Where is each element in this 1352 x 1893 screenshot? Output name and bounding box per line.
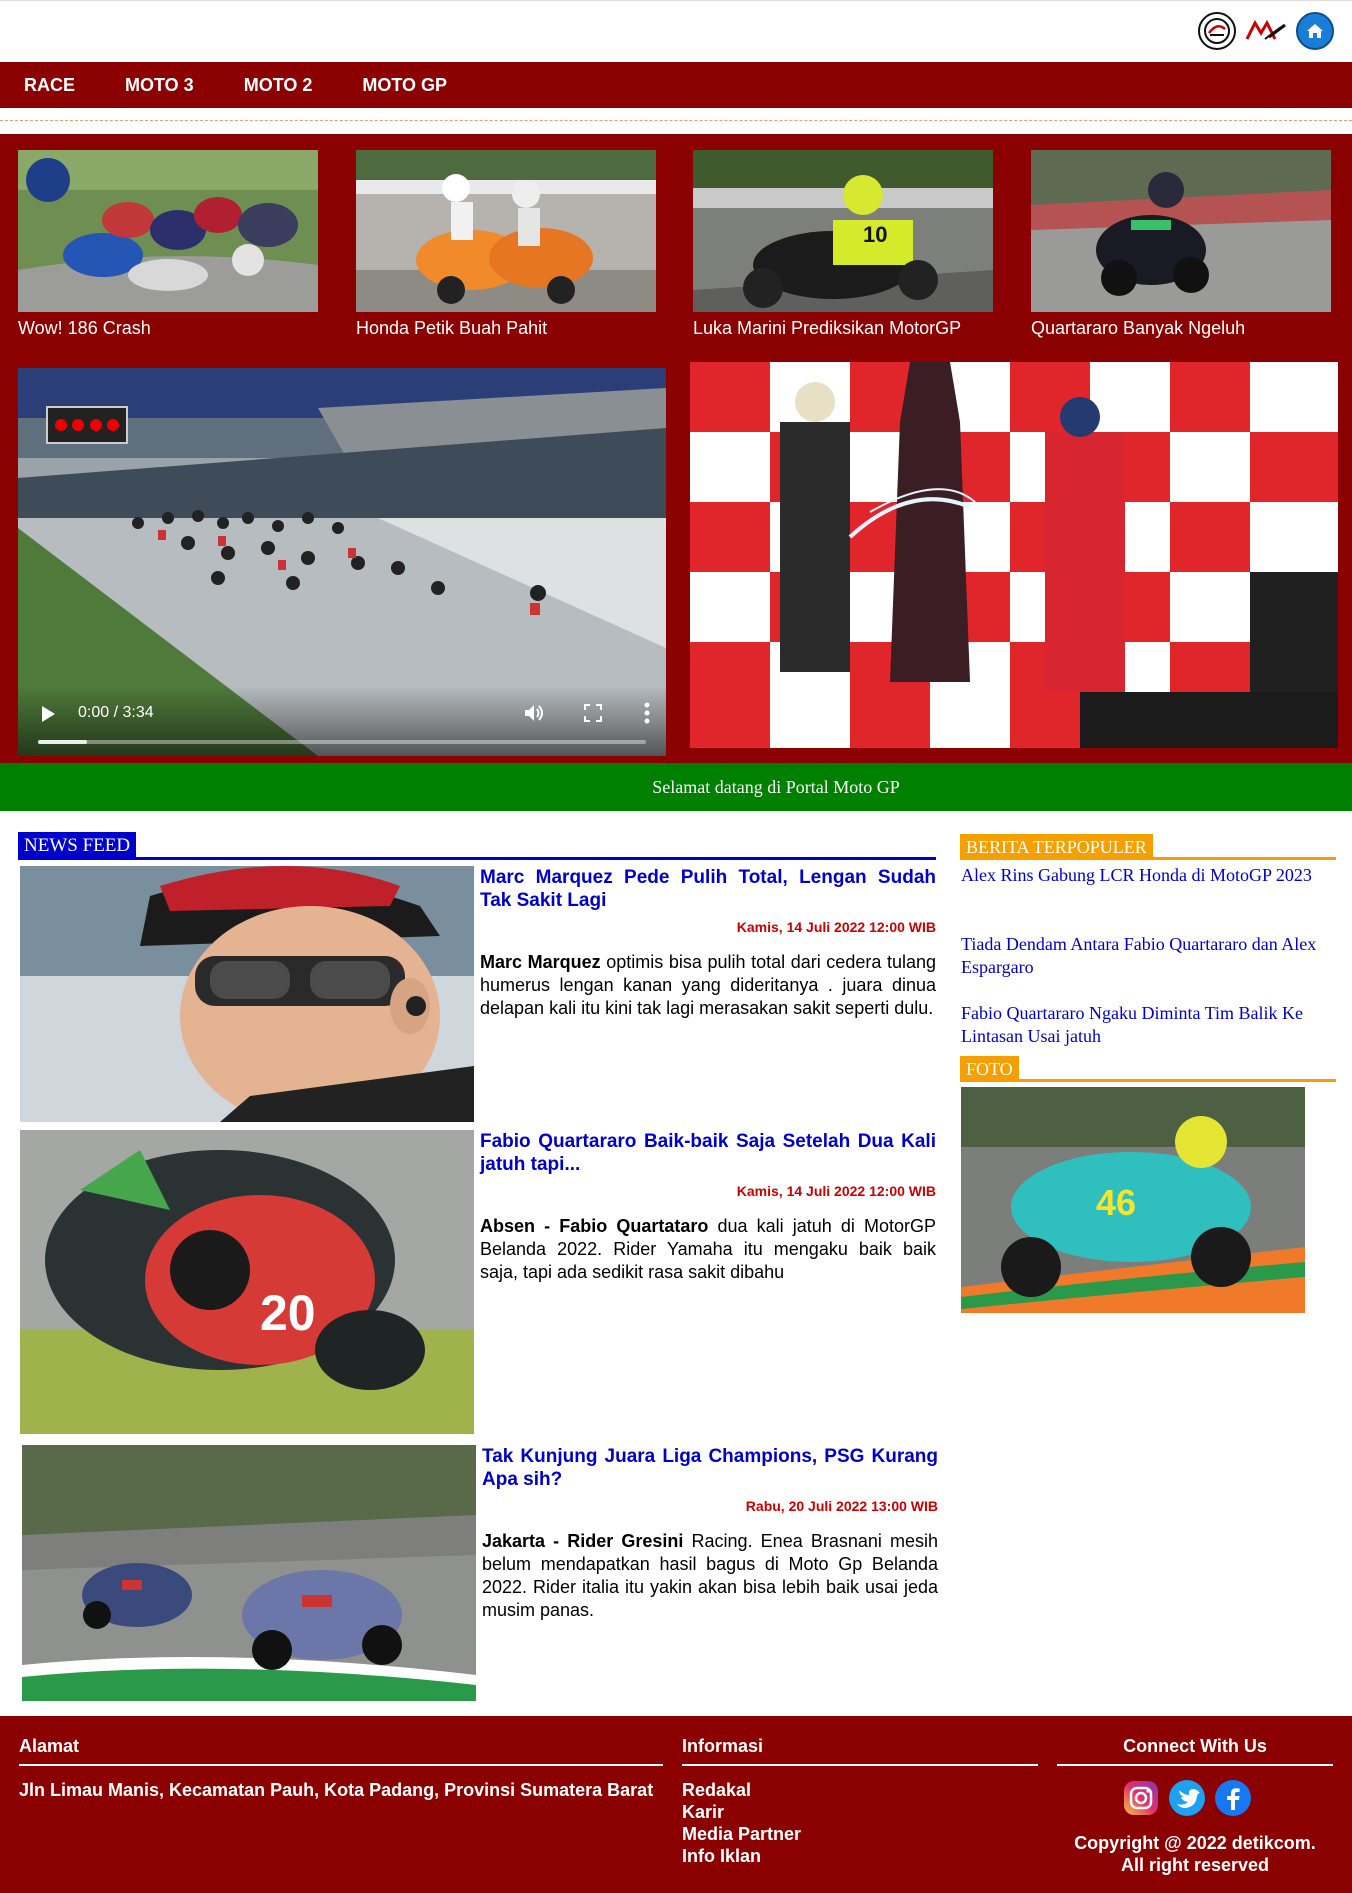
footer-link-info-iklan[interactable]: Info Iklan xyxy=(682,1845,801,1867)
home-icon[interactable] xyxy=(1296,12,1334,50)
divider xyxy=(0,120,1352,121)
twitter-icon[interactable] xyxy=(1168,1779,1206,1817)
footer-divider xyxy=(1057,1764,1333,1766)
volume-icon[interactable] xyxy=(523,703,545,723)
copyright: Copyright @ 2022 detikcom. All right res… xyxy=(1057,1832,1333,1876)
moto1-logo-icon[interactable] xyxy=(1198,12,1236,50)
news-article: Marc Marquez Pede Pulih Total, Lengan Su… xyxy=(20,866,936,1122)
connect-heading: Connect With Us xyxy=(1123,1736,1267,1756)
article-image[interactable]: 20 xyxy=(20,1130,474,1434)
article-body: Fabio Quartararo Baik-baik Saja Setelah … xyxy=(480,1130,936,1284)
welcome-bar: Selamat datang di Portal Moto GP xyxy=(0,763,1352,811)
article-body: Tak Kunjung Juara Liga Champions, PSG Ku… xyxy=(482,1445,938,1622)
article-lead: Jakarta - Rider Gresini xyxy=(482,1531,684,1551)
article-image[interactable] xyxy=(22,1445,476,1701)
video-controls: 0:00 / 3:34 xyxy=(18,686,666,756)
nav-motogp[interactable]: MOTO GP xyxy=(362,75,447,96)
facebook-icon[interactable] xyxy=(1214,1779,1252,1817)
photo-header: FOTO xyxy=(960,1056,1336,1082)
svg-text:20: 20 xyxy=(260,1285,316,1341)
svg-text:10: 10 xyxy=(863,222,887,247)
article-image[interactable] xyxy=(20,866,474,1122)
copyright-line-1: Copyright @ 2022 detikcom. xyxy=(1074,1833,1316,1853)
nav-race[interactable]: RACE xyxy=(24,75,75,96)
article-title[interactable]: Tak Kunjung Juara Liga Champions, PSG Ku… xyxy=(482,1445,938,1491)
headline-caption[interactable]: Luka Marini Prediksikan MotorGP xyxy=(693,318,993,339)
photo-label: FOTO xyxy=(960,1056,1019,1082)
headline-caption[interactable]: Wow! 186 Crash xyxy=(18,318,318,339)
nav-moto2[interactable]: MOTO 2 xyxy=(244,75,313,96)
video-progress-bar[interactable] xyxy=(38,740,646,744)
footer: Alamat Jln Limau Manis, Kecamatan Pauh, … xyxy=(0,1716,1352,1893)
popular-news-link[interactable]: Alex Rins Gabung LCR Honda di MotoGP 202… xyxy=(961,864,1331,887)
footer-divider xyxy=(682,1764,1038,1766)
footer-divider xyxy=(19,1764,663,1766)
headline-image[interactable] xyxy=(1031,150,1331,312)
news-feed-header: NEWS FEED xyxy=(18,832,936,860)
news-article: 20 Fabio Quartararo Baik-baik Saja Setel… xyxy=(20,1130,936,1434)
article-summary: Marc Marquez optimis bisa pulih total da… xyxy=(480,951,936,1020)
headline-image[interactable] xyxy=(18,150,318,312)
welcome-text: Selamat datang di Portal Moto GP xyxy=(652,776,900,797)
footer-link-karir[interactable]: Karir xyxy=(682,1801,801,1823)
headline-card[interactable]: Wow! 186 Crash xyxy=(18,150,318,339)
headline-card[interactable]: 10 Luka Marini Prediksikan MotorGP xyxy=(693,150,993,339)
start-lights xyxy=(46,406,128,444)
more-options-icon[interactable] xyxy=(644,702,650,724)
popular-news-link[interactable]: Fabio Quartararo Ngaku Diminta Tim Balik… xyxy=(961,1002,1331,1048)
article-title[interactable]: Fabio Quartararo Baik-baik Saja Setelah … xyxy=(480,1130,936,1176)
headline-card[interactable]: Honda Petik Buah Pahit xyxy=(356,150,656,339)
address-text: Jln Limau Manis, Kecamatan Pauh, Kota Pa… xyxy=(19,1780,654,1800)
svg-text:46: 46 xyxy=(1096,1182,1136,1223)
featured-photo[interactable]: 46 xyxy=(961,1087,1305,1313)
article-date: Kamis, 14 Juli 2022 12:00 WIB xyxy=(736,919,936,935)
fullscreen-icon[interactable] xyxy=(584,704,602,722)
headline-caption[interactable]: Quartararo Banyak Ngeluh xyxy=(1031,318,1331,339)
headline-image[interactable]: 10 xyxy=(693,150,993,312)
main-nav: RACE MOTO 3 MOTO 2 MOTO GP xyxy=(0,62,1352,108)
podium-photo[interactable] xyxy=(690,362,1338,748)
popular-news-header: BERITA TERPOPULER xyxy=(960,834,1336,860)
article-body: Marc Marquez Pede Pulih Total, Lengan Su… xyxy=(480,866,936,1020)
article-date: Kamis, 14 Juli 2022 12:00 WIB xyxy=(736,1183,936,1199)
popular-news-label: BERITA TERPOPULER xyxy=(960,834,1153,860)
video-progress-fill xyxy=(38,740,87,744)
address-heading: Alamat xyxy=(19,1736,80,1756)
info-heading: Informasi xyxy=(682,1736,764,1756)
top-logos xyxy=(1198,12,1334,50)
instagram-icon[interactable] xyxy=(1122,1779,1160,1817)
social-links xyxy=(1122,1779,1252,1817)
video-time: 0:00 / 3:34 xyxy=(78,704,154,721)
news-feed-label: NEWS FEED xyxy=(18,832,137,859)
article-summary: Jakarta - Rider Gresini Racing. Enea Bra… xyxy=(482,1530,938,1622)
popular-news-link[interactable]: Tiada Dendam Antara Fabio Quartararo dan… xyxy=(961,933,1331,979)
info-links: Redakal Karir Media Partner Info Iklan xyxy=(682,1779,801,1867)
headline-image[interactable] xyxy=(356,150,656,312)
copyright-line-2: All right reserved xyxy=(1120,1855,1270,1875)
motogp-logo-icon[interactable] xyxy=(1244,12,1288,50)
news-article: Tak Kunjung Juara Liga Champions, PSG Ku… xyxy=(22,1445,938,1701)
headline-caption[interactable]: Honda Petik Buah Pahit xyxy=(356,318,656,339)
footer-link-media-partner[interactable]: Media Partner xyxy=(682,1823,801,1845)
article-summary: Absen - Fabio Quartataro dua kali jatuh … xyxy=(480,1215,936,1284)
headline-card[interactable]: Quartararo Banyak Ngeluh xyxy=(1031,150,1331,339)
play-icon[interactable] xyxy=(42,706,55,722)
hero-section: Wow! 186 Crash Honda Petik Buah Pahit 10… xyxy=(0,134,1352,763)
video-player[interactable]: 0:00 / 3:34 xyxy=(18,368,666,756)
nav-moto3[interactable]: MOTO 3 xyxy=(125,75,194,96)
footer-link-redakal[interactable]: Redakal xyxy=(682,1779,801,1801)
article-date: Rabu, 20 Juli 2022 13:00 WIB xyxy=(745,1498,938,1514)
article-lead: Marc Marquez xyxy=(480,952,601,972)
top-bar xyxy=(0,0,1352,62)
article-title[interactable]: Marc Marquez Pede Pulih Total, Lengan Su… xyxy=(480,866,936,912)
article-lead: Absen - Fabio Quartataro xyxy=(480,1216,709,1236)
